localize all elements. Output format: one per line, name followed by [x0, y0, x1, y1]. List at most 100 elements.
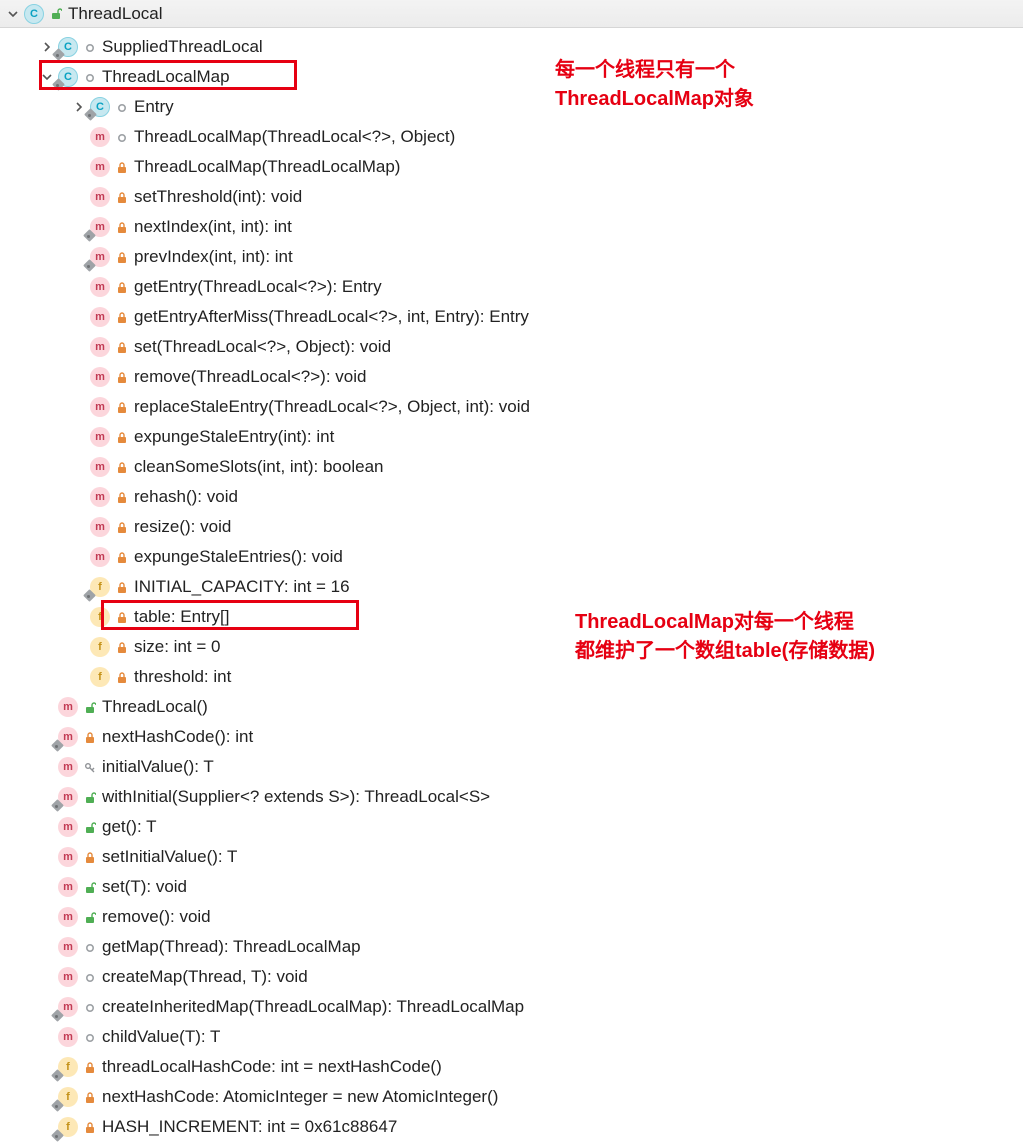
private-lock-icon	[114, 580, 128, 594]
method-icon: m	[90, 517, 110, 537]
node-label: rehash(): void	[134, 487, 238, 507]
method-icon: m	[90, 187, 110, 207]
node-label: withInitial(Supplier<? extends S>): Thre…	[102, 787, 490, 807]
tree-row[interactable]: fnextHashCode: AtomicInteger = new Atomi…	[0, 1082, 1023, 1112]
method-icon: m	[90, 367, 110, 387]
expand-toggle-root[interactable]	[6, 9, 20, 19]
tree-row[interactable]: mThreadLocal()	[0, 692, 1023, 722]
tree-row[interactable]: mremove(): void	[0, 902, 1023, 932]
node-label: remove(ThreadLocal<?>): void	[134, 367, 366, 387]
method-icon: m	[58, 847, 78, 867]
node-label: createInheritedMap(ThreadLocalMap): Thre…	[102, 997, 524, 1017]
tree-row[interactable]: m ThreadLocalMap(ThreadLocal<?>, Object)	[0, 122, 1023, 152]
method-icon: m	[58, 937, 78, 957]
node-label: HASH_INCREMENT: int = 0x61c88647	[102, 1117, 397, 1137]
public-open-lock-icon	[82, 880, 96, 894]
annotation-1-line1: 每一个线程只有一个	[555, 59, 735, 81]
method-icon: m	[90, 547, 110, 567]
tree-row[interactable]: CEntry	[0, 92, 1023, 122]
private-lock-icon	[114, 310, 128, 324]
tree-row[interactable]: m replaceStaleEntry(ThreadLocal<?>, Objec…	[0, 392, 1023, 422]
chevron-right-icon[interactable]	[72, 102, 86, 112]
tree-row[interactable]: mchildValue(T): T	[0, 1022, 1023, 1052]
annotation-2-line1: ThreadLocalMap对每一个线程	[575, 611, 854, 633]
node-label: INITIAL_CAPACITY: int = 16	[134, 577, 350, 597]
tree-row[interactable]: m createInheritedMap(ThreadLocalMap): Thr…	[0, 992, 1023, 1022]
method-icon: m	[58, 877, 78, 897]
private-lock-icon	[82, 1120, 96, 1134]
node-label: getEntryAfterMiss(ThreadLocal<?>, int, E…	[134, 307, 529, 327]
tree-row[interactable]: mset(T): void	[0, 872, 1023, 902]
node-label: resize(): void	[134, 517, 231, 537]
private-lock-icon	[114, 190, 128, 204]
node-label: set(ThreadLocal<?>, Object): void	[134, 337, 391, 357]
package-private-icon	[82, 940, 96, 954]
method-icon: m	[90, 127, 110, 147]
protected-key-icon	[82, 760, 96, 774]
method-icon: m	[90, 247, 110, 267]
node-label: createMap(Thread, T): void	[102, 967, 308, 987]
node-label: setThreshold(int): void	[134, 187, 302, 207]
method-icon: m	[90, 397, 110, 417]
tree-row[interactable]: mgetEntry(ThreadLocal<?>): Entry	[0, 272, 1023, 302]
package-private-icon	[82, 1030, 96, 1044]
node-label: ThreadLocalMap(ThreadLocal<?>, Object)	[134, 127, 455, 147]
tree-row[interactable]: mThreadLocalMap(ThreadLocalMap)	[0, 152, 1023, 182]
tree-row[interactable]: fHASH_INCREMENT: int = 0x61c88647	[0, 1112, 1023, 1142]
private-lock-icon	[114, 670, 128, 684]
tree-row[interactable]: CSuppliedThreadLocal	[0, 32, 1023, 62]
package-private-icon	[82, 1000, 96, 1014]
node-label: remove(): void	[102, 907, 211, 927]
tree-row[interactable]: m set(ThreadLocal<?>, Object): void	[0, 332, 1023, 362]
method-icon: m	[90, 307, 110, 327]
tree-row[interactable]: mrehash(): void	[0, 482, 1023, 512]
tree-row[interactable]: m getEntryAfterMiss(ThreadLocal<?>, int, …	[0, 302, 1023, 332]
tree-row[interactable]: f threadLocalHashCode: int = nextHashCode…	[0, 1052, 1023, 1082]
tree-row[interactable]: mcreateMap(Thread, T): void	[0, 962, 1023, 992]
node-label: setInitialValue(): T	[102, 847, 237, 867]
field-icon: f	[58, 1057, 78, 1077]
private-lock-icon	[82, 1090, 96, 1104]
public-open-lock-icon	[82, 790, 96, 804]
private-lock-icon	[114, 280, 128, 294]
node-label: expungeStaleEntry(int): int	[134, 427, 334, 447]
tree-row[interactable]: mwithInitial(Supplier<? extends S>): Thr…	[0, 782, 1023, 812]
field-icon: f	[90, 637, 110, 657]
private-lock-icon	[114, 550, 128, 564]
private-lock-icon	[82, 1060, 96, 1074]
tree-row[interactable]: m resize(): void	[0, 512, 1023, 542]
tree-row[interactable]: fINITIAL_CAPACITY: int = 16	[0, 572, 1023, 602]
class-icon: C	[90, 97, 110, 117]
field-icon: f	[90, 667, 110, 687]
tree-row[interactable]: m prevIndex(int, int): int	[0, 242, 1023, 272]
tree-row[interactable]: m setInitialValue(): T	[0, 842, 1023, 872]
tree-row[interactable]: mnextHashCode(): int	[0, 722, 1023, 752]
node-label: getEntry(ThreadLocal<?>): Entry	[134, 277, 382, 297]
tree-row[interactable]: mget(): T	[0, 812, 1023, 842]
node-label: ThreadLocal()	[102, 697, 208, 717]
tree-row[interactable]: mnextIndex(int, int): int	[0, 212, 1023, 242]
method-icon: m	[90, 457, 110, 477]
chevron-right-icon[interactable]	[40, 42, 54, 52]
tree-row[interactable]: f threshold: int	[0, 662, 1023, 692]
node-label: threshold: int	[134, 667, 231, 687]
tree-row[interactable]: mexpungeStaleEntry(int): int	[0, 422, 1023, 452]
private-lock-icon	[114, 490, 128, 504]
private-lock-icon	[114, 520, 128, 534]
private-lock-icon	[114, 430, 128, 444]
node-label: prevIndex(int, int): int	[134, 247, 293, 267]
private-lock-icon	[114, 250, 128, 264]
node-label: threadLocalHashCode: int = nextHashCode(…	[102, 1057, 442, 1077]
method-icon: m	[58, 997, 78, 1017]
method-icon: m	[90, 337, 110, 357]
annotation-1: 每一个线程只有一个 ThreadLocalMap对象	[555, 56, 754, 114]
node-label: replaceStaleEntry(ThreadLocal<?>, Object…	[134, 397, 530, 417]
node-label: childValue(T): T	[102, 1027, 220, 1047]
tree-row[interactable]: mexpungeStaleEntries(): void	[0, 542, 1023, 572]
tree-row[interactable]: minitialValue(): T	[0, 752, 1023, 782]
tree-row[interactable]: m remove(ThreadLocal<?>): void	[0, 362, 1023, 392]
tree-row[interactable]: mcleanSomeSlots(int, int): boolean	[0, 452, 1023, 482]
annotation-1-line2: ThreadLocalMap对象	[555, 88, 754, 110]
tree-row[interactable]: m setThreshold(int): void	[0, 182, 1023, 212]
tree-row[interactable]: mgetMap(Thread): ThreadLocalMap	[0, 932, 1023, 962]
